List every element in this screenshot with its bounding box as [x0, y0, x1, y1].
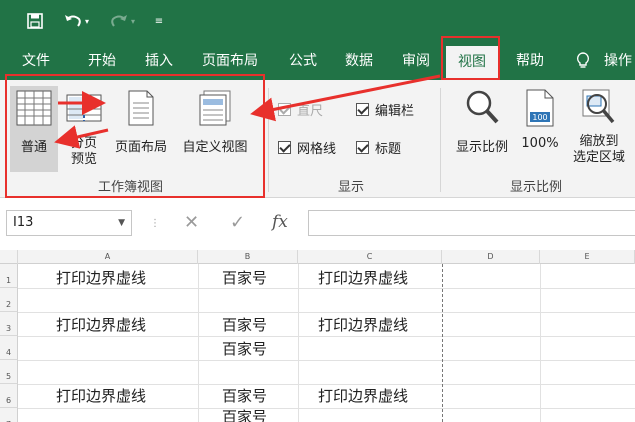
annotation-arrows — [54, 74, 441, 149]
arrow-page-layout-to-normal — [54, 125, 109, 149]
arrow-view-to-custom-views — [250, 74, 441, 122]
